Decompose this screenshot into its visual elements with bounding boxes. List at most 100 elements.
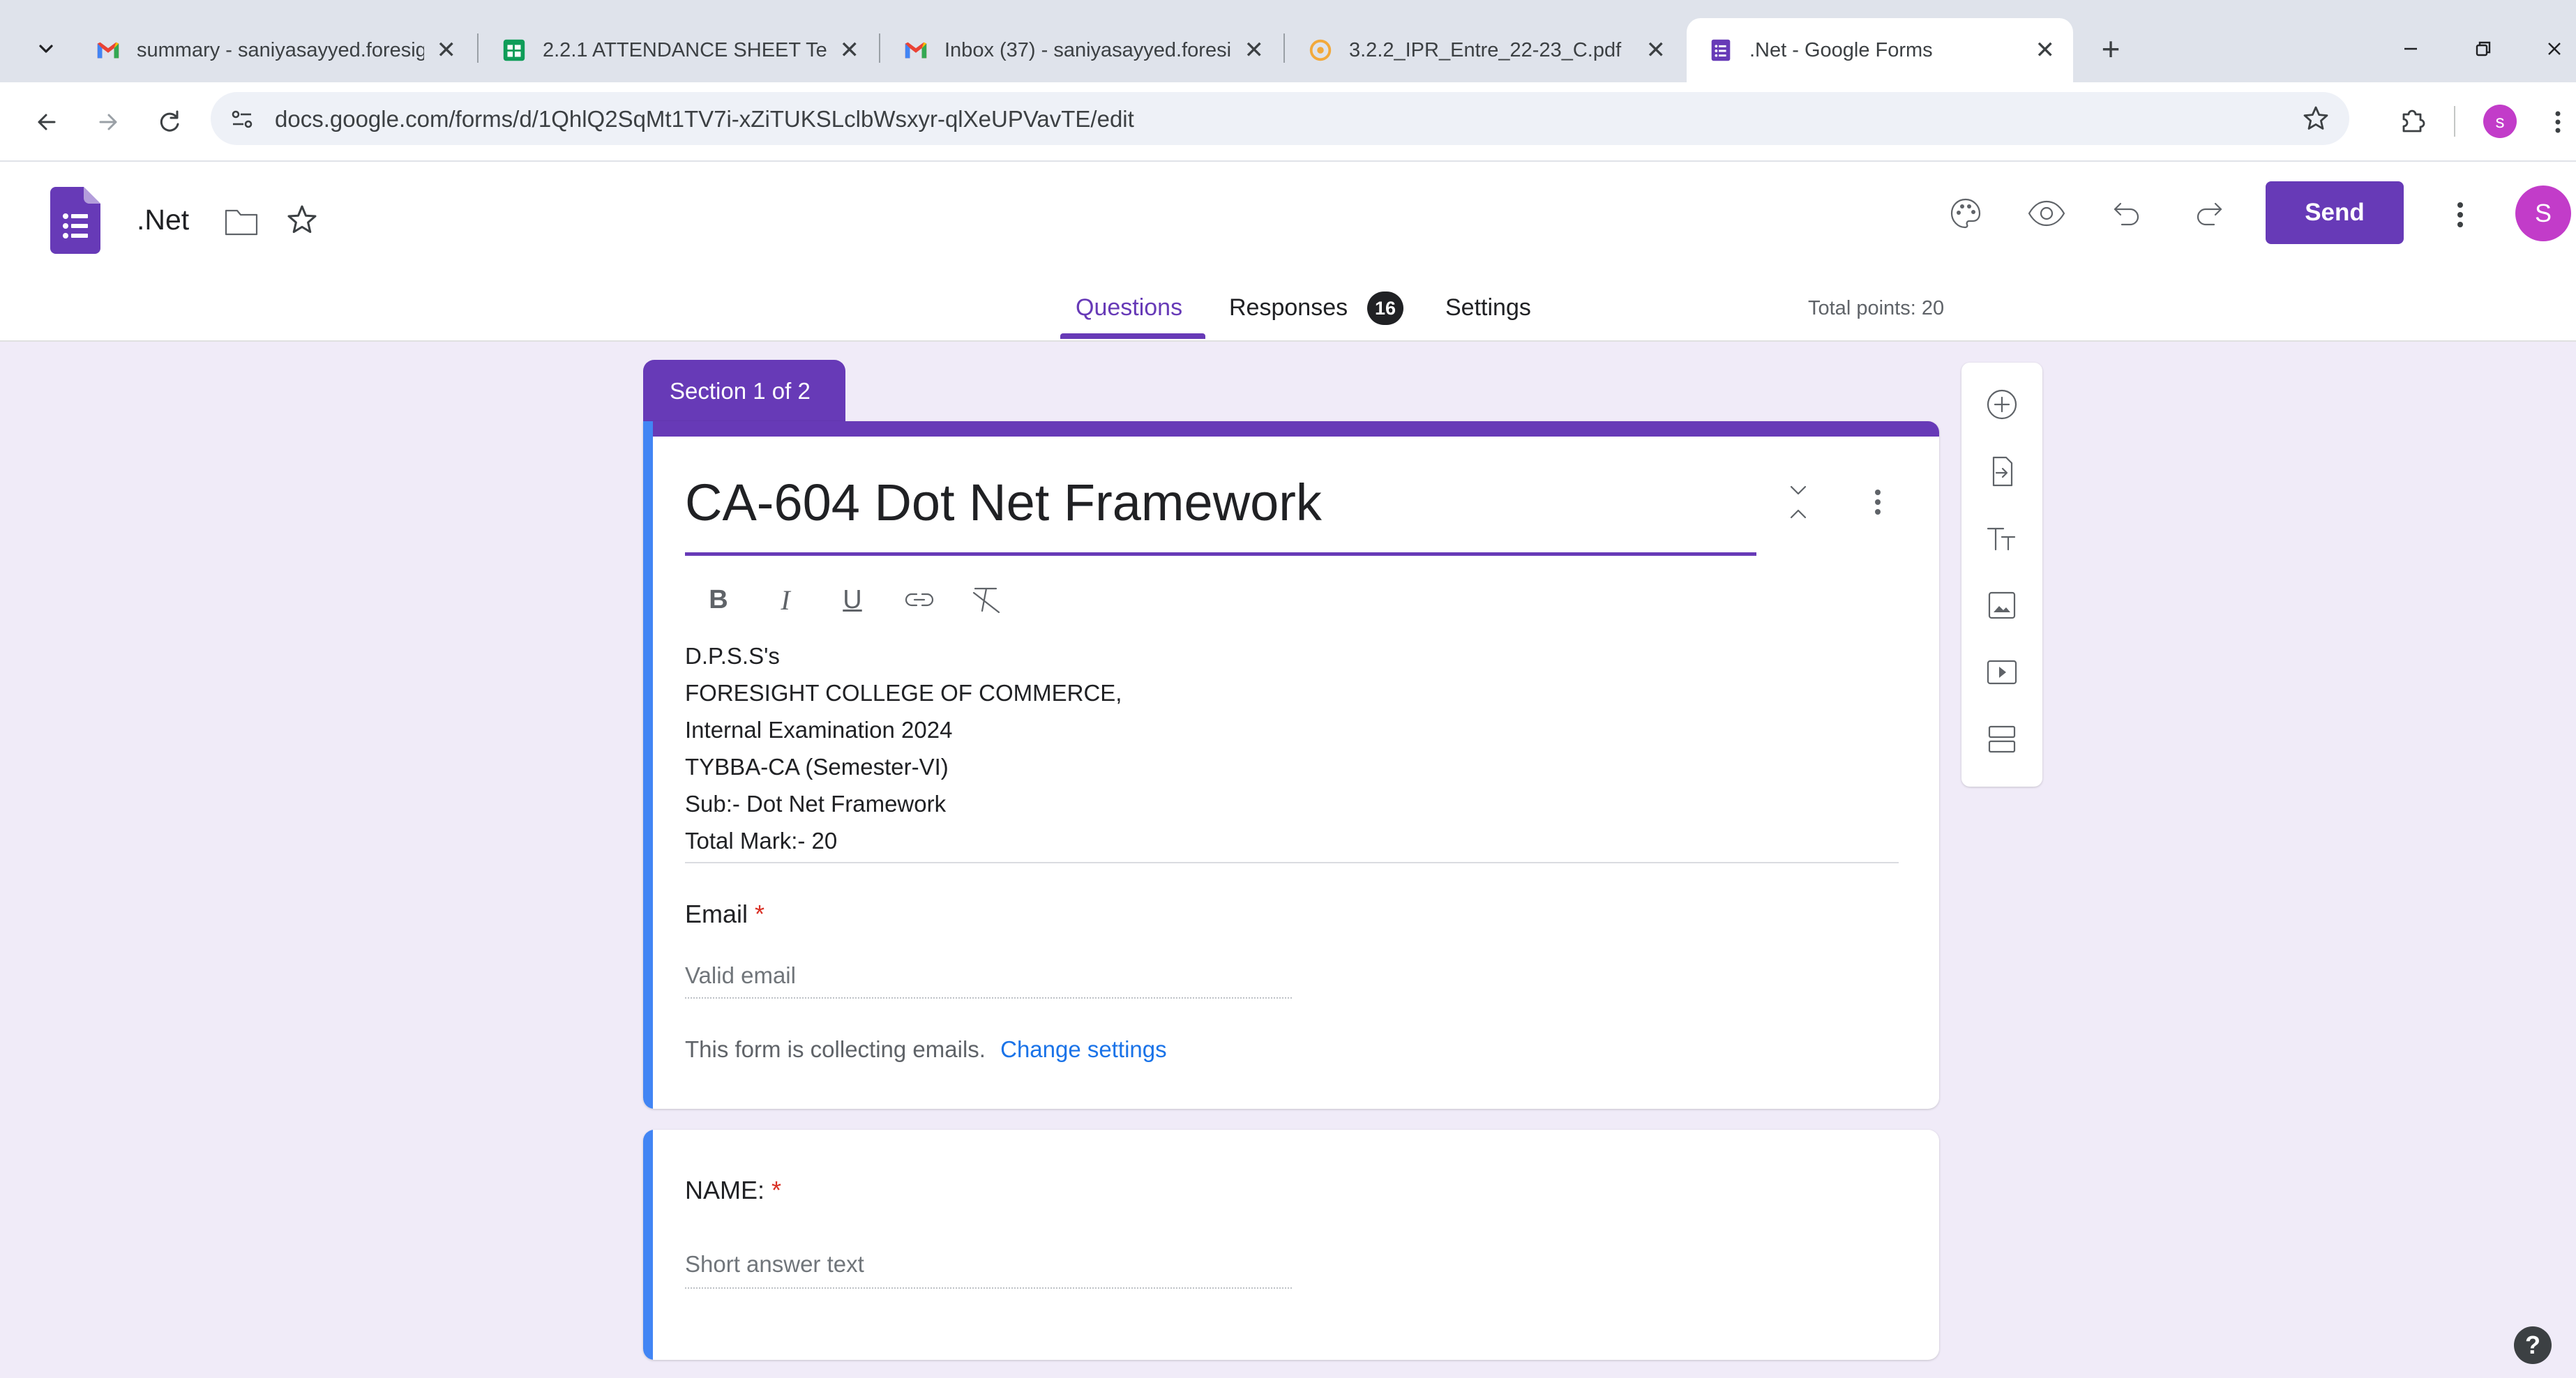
clear-formatting-button[interactable] xyxy=(967,580,1006,619)
tab-settings[interactable]: Settings xyxy=(1445,294,1531,321)
forms-logo-icon[interactable] xyxy=(50,187,100,254)
close-icon[interactable]: ✕ xyxy=(437,36,457,64)
star-icon[interactable] xyxy=(283,202,321,240)
browser-tab[interactable]: 3.2.2_IPR_Entre_22-23_C.pdf ✕ xyxy=(1286,18,1684,82)
card-accent-top xyxy=(643,421,1939,437)
description-line: Internal Examination 2024 xyxy=(685,717,953,743)
question-title-text: NAME: xyxy=(685,1176,765,1204)
total-points: Total points: 20 xyxy=(1808,297,1945,319)
section-label: Section 1 of 2 xyxy=(670,378,811,404)
restore-icon xyxy=(2476,41,2491,56)
more-vert-icon xyxy=(2555,111,2561,133)
video-icon xyxy=(1987,660,2017,685)
email-label: Email * xyxy=(685,900,764,929)
short-answer-field[interactable]: Short answer text xyxy=(685,1251,1292,1289)
add-title-button[interactable] xyxy=(1974,510,2030,566)
add-section-button[interactable] xyxy=(1974,711,2030,767)
profile-avatar[interactable]: s xyxy=(2483,105,2517,138)
preview-eye-icon[interactable] xyxy=(2026,194,2067,233)
email-collection-notice: This form is collecting emails. Change s… xyxy=(685,1036,1167,1063)
add-video-button[interactable] xyxy=(1974,644,2030,700)
minimize-icon xyxy=(2404,47,2417,50)
account-avatar[interactable]: S xyxy=(2515,186,2571,241)
restore-button[interactable] xyxy=(2462,31,2504,67)
required-asterisk: * xyxy=(755,900,765,928)
notice-text: This form is collecting emails. xyxy=(685,1036,986,1062)
tab-search-button[interactable] xyxy=(28,31,64,67)
browser-menu-button[interactable] xyxy=(2547,103,2568,141)
star-icon[interactable] xyxy=(2300,103,2331,134)
sheets-icon xyxy=(503,39,525,61)
description-line: TYBBA-CA (Semester-VI) xyxy=(685,754,949,780)
undo-icon[interactable] xyxy=(2108,194,2147,233)
reload-button[interactable] xyxy=(151,103,188,141)
gmail-icon xyxy=(97,42,119,59)
email-field[interactable]: Valid email xyxy=(685,962,1292,999)
collapse-section-icon[interactable] xyxy=(1780,481,1816,523)
tab-questions[interactable]: Questions xyxy=(1076,294,1182,321)
import-questions-button[interactable] xyxy=(1974,444,2030,499)
window-close-button[interactable] xyxy=(2533,31,2575,67)
folder-icon[interactable] xyxy=(222,204,261,240)
redo-icon[interactable] xyxy=(2189,194,2228,233)
palette-icon[interactable] xyxy=(1946,194,1985,233)
close-icon[interactable]: ✕ xyxy=(1244,36,1265,64)
forward-button[interactable] xyxy=(89,103,127,141)
description-line: Sub:- Dot Net Framework xyxy=(685,791,947,817)
title-underline xyxy=(685,552,1756,556)
question-title: NAME: * xyxy=(685,1176,781,1205)
arrow-left-icon xyxy=(38,114,56,130)
tab-title: Inbox (37) - saniyasayyed.foresi xyxy=(944,38,1232,61)
close-icon[interactable]: ✕ xyxy=(2035,36,2056,64)
toolbar-divider xyxy=(2454,106,2455,137)
tab-title: .Net - Google Forms xyxy=(1749,38,1933,61)
minimize-button[interactable] xyxy=(2390,31,2432,67)
puzzle-icon xyxy=(2402,109,2425,132)
more-vert-icon[interactable] xyxy=(1867,481,1889,523)
close-icon[interactable]: ✕ xyxy=(1646,36,1666,64)
active-tab-indicator xyxy=(1060,333,1205,339)
browser-tab-strip: summary - saniyasayyed.foresig ✕ 2.2.1 A… xyxy=(0,0,2576,82)
change-settings-link[interactable]: Change settings xyxy=(1000,1036,1167,1062)
underline-button[interactable]: U xyxy=(833,580,872,619)
arrow-right-icon xyxy=(99,114,117,130)
gmail-icon xyxy=(905,42,927,59)
close-icon xyxy=(2548,43,2561,55)
title-text-icon xyxy=(1987,527,2016,551)
image-icon xyxy=(1988,591,2016,619)
add-question-button[interactable] xyxy=(1974,377,2030,432)
import-icon xyxy=(1992,456,2013,487)
browser-tab[interactable]: 2.2.1 ATTENDANCE SHEET Term ✕ xyxy=(480,18,878,82)
form-title[interactable]: CA-604 Dot Net Framework xyxy=(685,473,1322,532)
tab-title: 2.2.1 ATTENDANCE SHEET Term xyxy=(543,38,827,61)
close-icon[interactable]: ✕ xyxy=(840,36,860,64)
underline-icon: U xyxy=(843,584,862,614)
bold-button[interactable]: B xyxy=(699,580,738,619)
add-image-button[interactable] xyxy=(1974,577,2030,633)
send-button[interactable]: Send xyxy=(2266,181,2404,244)
italic-button[interactable]: I xyxy=(766,580,805,619)
responses-count-badge: 16 xyxy=(1367,292,1403,325)
new-tab-button[interactable]: + xyxy=(2090,28,2132,70)
url-text: docs.google.com/forms/d/1QhlQ2SqMt1TV7i-… xyxy=(275,106,1134,132)
section-icon xyxy=(1988,725,2016,753)
format-clear-icon xyxy=(972,587,1000,614)
section-label-tab: Section 1 of 2 xyxy=(643,360,845,424)
question-card[interactable] xyxy=(643,1130,1939,1360)
more-vert-icon[interactable] xyxy=(2450,195,2471,234)
card-accent-left xyxy=(643,421,653,1109)
tab-responses[interactable]: Responses xyxy=(1229,294,1348,321)
tab-divider xyxy=(1283,33,1285,63)
tab-divider xyxy=(879,33,880,63)
help-button[interactable]: ? xyxy=(2514,1326,2552,1364)
extensions-button[interactable] xyxy=(2391,100,2433,142)
back-button[interactable] xyxy=(28,103,66,141)
tab-title: 3.2.2_IPR_Entre_22-23_C.pdf xyxy=(1349,38,1622,61)
browser-tab-active[interactable]: .Net - Google Forms ✕ xyxy=(1687,18,2073,82)
form-description[interactable]: D.P.S.S's FORESIGHT COLLEGE OF COMMERCE,… xyxy=(685,637,1122,859)
browser-tab[interactable]: Inbox (37) - saniyasayyed.foresi ✕ xyxy=(882,18,1282,82)
document-title[interactable]: .Net xyxy=(137,204,189,236)
browser-tab[interactable]: summary - saniyasayyed.foresig ✕ xyxy=(74,18,474,82)
address-bar[interactable]: docs.google.com/forms/d/1QhlQ2SqMt1TV7i-… xyxy=(211,92,2349,145)
link-button[interactable] xyxy=(900,580,939,619)
